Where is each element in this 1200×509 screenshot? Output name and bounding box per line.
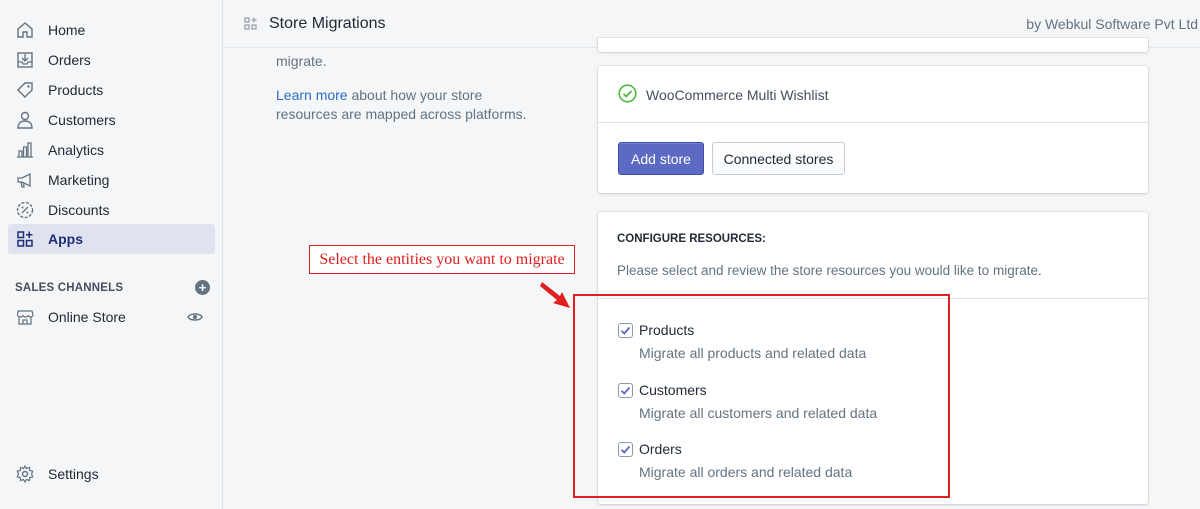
wishlist-label: WooCommerce Multi Wishlist xyxy=(646,87,829,103)
app-byline: by Webkul Software Pvt Ltd xyxy=(1026,16,1198,32)
sidebar-item-analytics[interactable]: Analytics xyxy=(8,135,215,165)
migrate-text: migrate. xyxy=(276,53,327,69)
page-title: Store Migrations xyxy=(269,15,386,32)
configure-heading: CONFIGURE RESOURCES: xyxy=(617,233,766,245)
sidebar-item-settings[interactable]: Settings xyxy=(8,459,215,489)
store-card: WooCommerce Multi Wishlist Add store Con… xyxy=(598,66,1148,193)
sidebar-item-customers[interactable]: Customers xyxy=(8,105,215,135)
annotation-highlight-box xyxy=(573,294,950,498)
sidebar-item-label: Analytics xyxy=(48,142,105,158)
sales-channels-header: SALES CHANNELS + xyxy=(15,280,210,295)
sidebar-item-label: Discounts xyxy=(48,202,110,218)
sidebar-item-marketing[interactable]: Marketing xyxy=(8,165,215,195)
discount-icon xyxy=(14,199,36,221)
store-icon xyxy=(14,306,36,328)
learn-more-description: Learn more about how your store resource… xyxy=(276,86,546,124)
wishlist-row: WooCommerce Multi Wishlist xyxy=(618,84,829,106)
eye-icon[interactable] xyxy=(187,310,203,327)
sidebar-item-label: Marketing xyxy=(48,172,110,188)
annotation-arrow-icon xyxy=(540,282,570,308)
sidebar-item-label: Apps xyxy=(48,231,83,247)
bar-chart-icon xyxy=(14,139,36,161)
sidebar: Home Orders Products Customers Analytics… xyxy=(0,0,223,509)
tag-icon xyxy=(14,79,36,101)
sidebar-item-products[interactable]: Products xyxy=(8,75,215,105)
previous-card-bottom xyxy=(598,38,1148,52)
sidebar-item-label: Home xyxy=(48,22,86,38)
sales-channels-title: SALES CHANNELS xyxy=(15,281,124,294)
sidebar-item-label: Online Store xyxy=(48,309,126,325)
orders-icon xyxy=(14,49,36,71)
person-icon xyxy=(14,109,36,131)
check-circle-icon xyxy=(618,84,637,106)
sidebar-item-orders[interactable]: Orders xyxy=(8,45,215,75)
sidebar-item-home[interactable]: Home xyxy=(8,15,215,45)
learn-more-link[interactable]: Learn more xyxy=(276,87,348,103)
sidebar-item-label: Settings xyxy=(48,466,99,482)
apps-icon xyxy=(14,228,36,250)
app-grid-icon xyxy=(244,17,257,33)
card-divider xyxy=(598,122,1148,123)
sidebar-item-discounts[interactable]: Discounts xyxy=(8,195,215,225)
sidebar-item-label: Products xyxy=(48,82,104,98)
sidebar-item-apps[interactable]: Apps xyxy=(8,224,215,254)
home-icon xyxy=(14,19,36,41)
connected-stores-button[interactable]: Connected stores xyxy=(712,142,845,175)
gear-icon xyxy=(14,463,36,485)
add-sales-channel-icon[interactable]: + xyxy=(195,280,210,295)
sidebar-item-online-store[interactable]: Online Store xyxy=(8,302,215,332)
sidebar-item-label: Orders xyxy=(48,52,91,68)
configure-subtitle: Please select and review the store resou… xyxy=(617,263,1042,278)
annotation-label: Select the entities you want to migrate xyxy=(309,245,575,274)
megaphone-icon xyxy=(14,169,36,191)
add-store-button[interactable]: Add store xyxy=(618,142,704,175)
sidebar-item-label: Customers xyxy=(48,112,116,128)
